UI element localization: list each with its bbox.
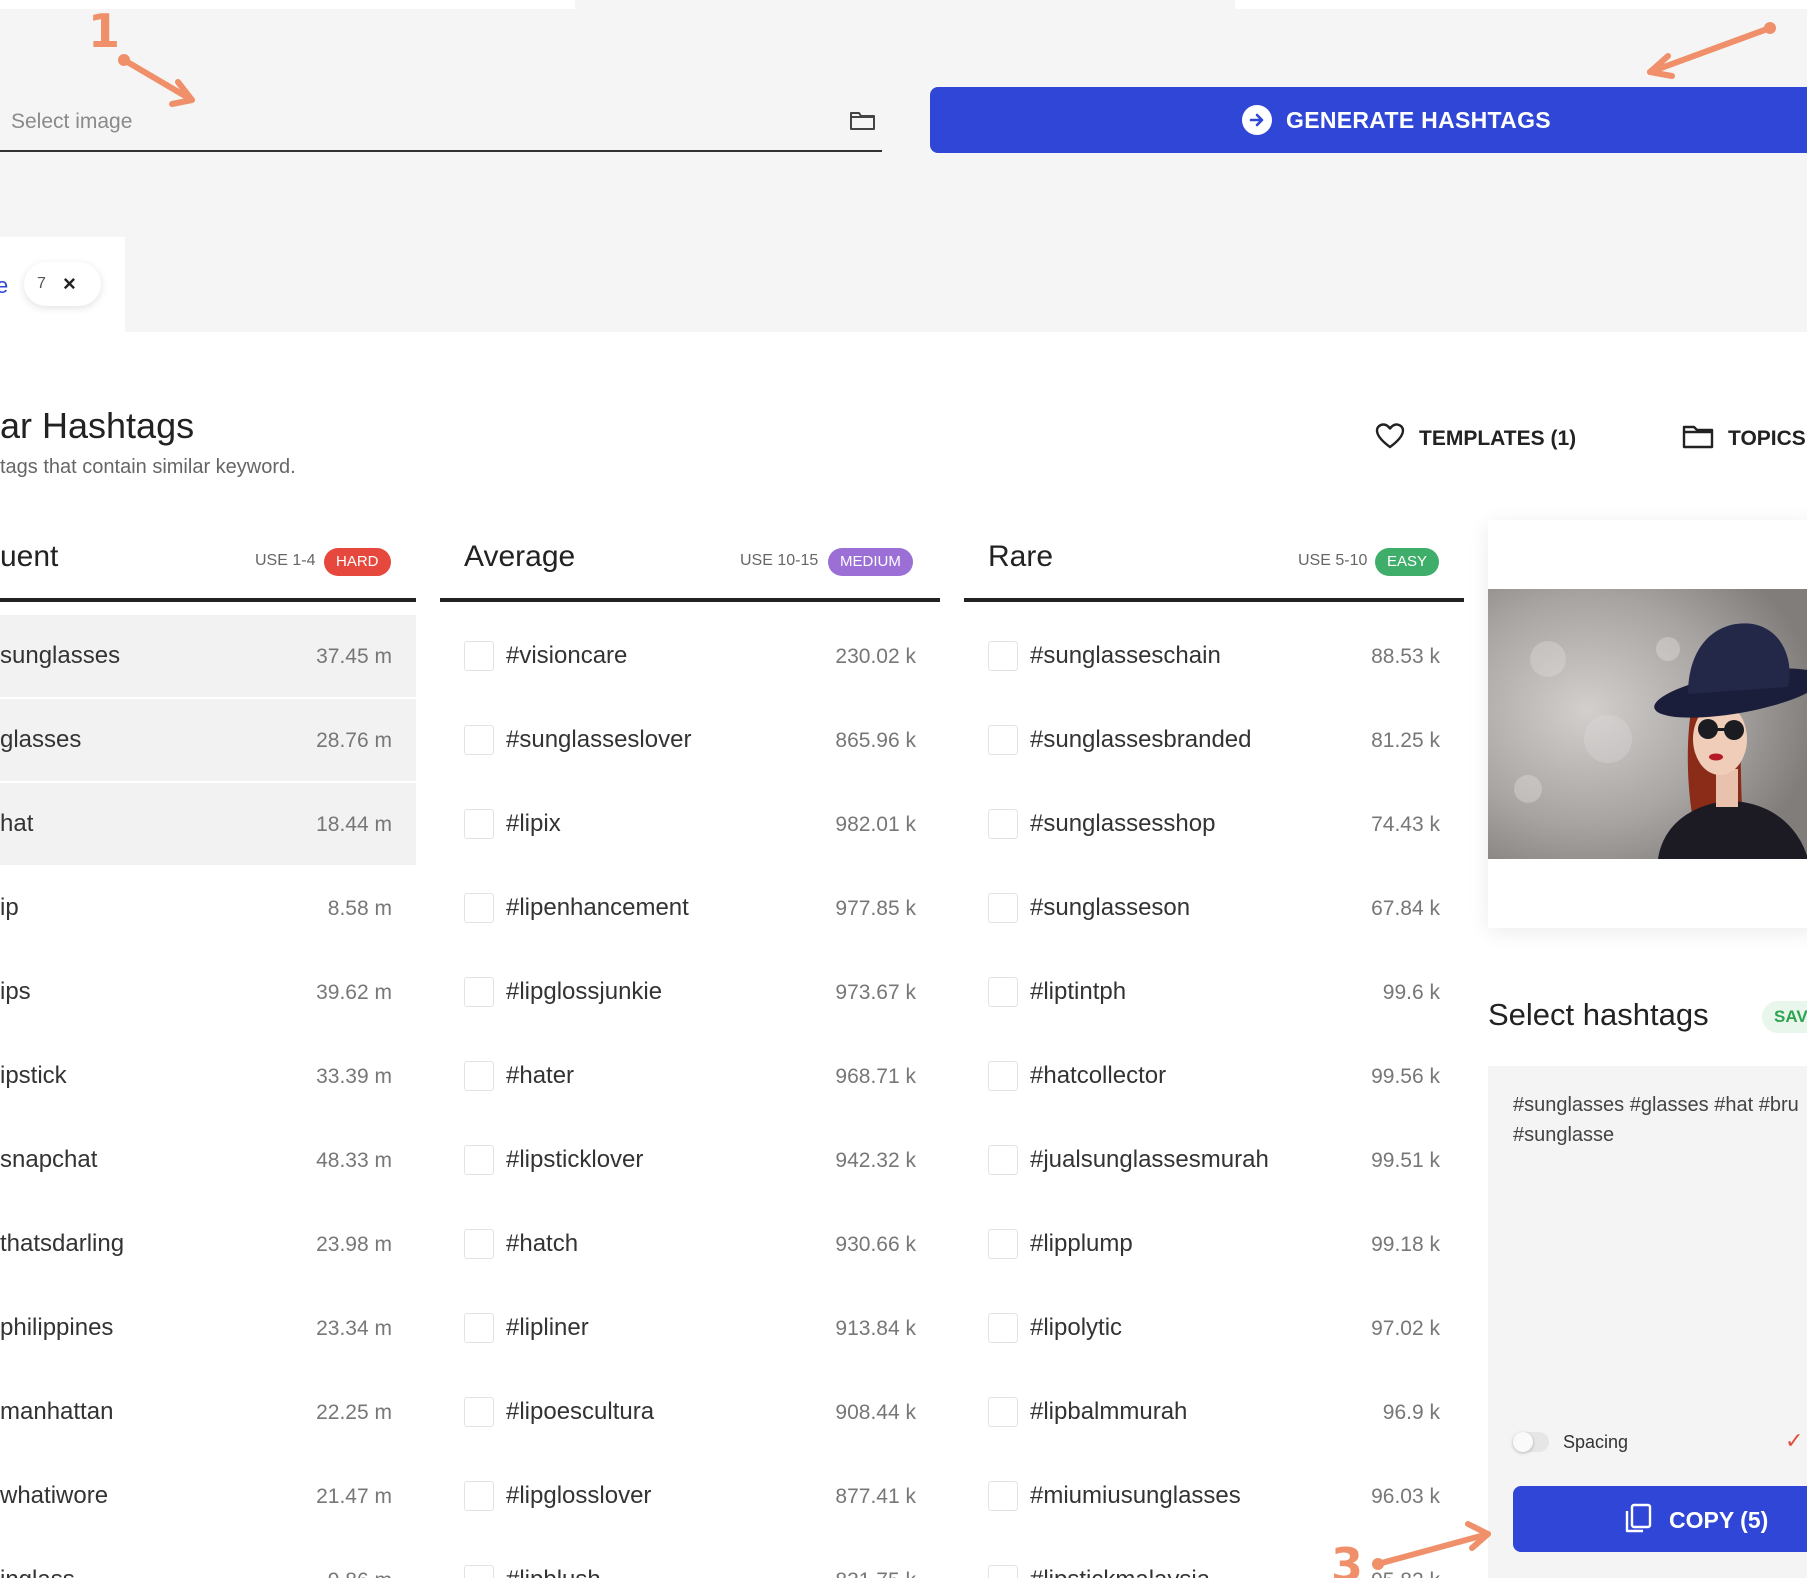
annotation-arrows bbox=[118, 22, 1776, 1570]
annotation-number: 1 bbox=[88, 4, 121, 58]
annotation-number: 3 bbox=[1331, 1538, 1364, 1578]
annotation-arrow-2 bbox=[1647, 25, 1773, 75]
annotation-arrow-1 bbox=[121, 57, 195, 103]
